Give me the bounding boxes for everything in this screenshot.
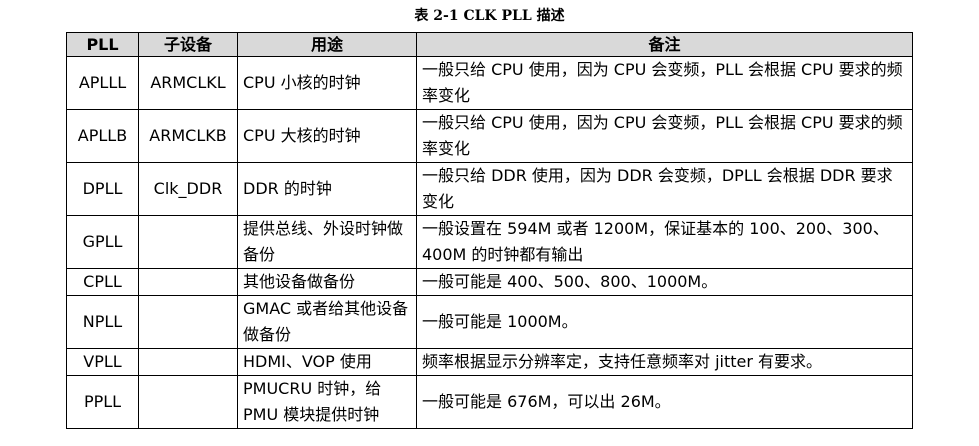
cell-pll: DPLL <box>66 162 139 216</box>
cell-note: 一般可能是 676M，可以出 26M。 <box>416 375 913 429</box>
table-row: APLLL ARMCLKL CPU 小核的时钟 一般只给 CPU 使用，因为 C… <box>66 56 913 110</box>
cell-purpose: CPU 大核的时钟 <box>237 109 417 163</box>
table-row: CPLL 其他设备做备份 一般可能是 400、500、800、1000M。 <box>66 268 913 296</box>
cell-purpose: 提供总线、外设时钟做备份 <box>237 215 417 269</box>
cell-pll: APLLB <box>66 109 139 163</box>
cell-note: 频率根据显示分辨率定，支持任意频率对 jitter 有要求。 <box>416 348 913 376</box>
cell-pll: CPLL <box>66 268 139 296</box>
cell-device <box>138 215 238 269</box>
cell-pll: APLLL <box>66 56 139 110</box>
cell-note: 一般只给 CPU 使用，因为 CPU 会变频，PLL 会根据 CPU 要求的频率… <box>416 109 913 163</box>
cell-purpose: DDR 的时钟 <box>237 162 417 216</box>
table-row: DPLL Clk_DDR DDR 的时钟 一般只给 DDR 使用，因为 DDR … <box>66 162 913 216</box>
cell-device <box>138 348 238 376</box>
cell-device <box>138 295 238 349</box>
cell-note: 一般只给 DDR 使用，因为 DDR 会变频，DPLL 会根据 DDR 要求变化 <box>416 162 913 216</box>
table-row: APLLB ARMCLKB CPU 大核的时钟 一般只给 CPU 使用，因为 C… <box>66 109 913 163</box>
cell-device <box>138 375 238 429</box>
cell-purpose: GMAC 或者给其他设备做备份 <box>237 295 417 349</box>
cell-device <box>138 268 238 296</box>
table-row: PPLL PMUCRU 时钟，给 PMU 模块提供时钟 一般可能是 676M，可… <box>66 375 913 429</box>
cell-purpose: 其他设备做备份 <box>237 268 417 296</box>
clk-pll-table: PLL 子设备 用途 备注 APLLL ARMCLKL CPU 小核的时钟 一般… <box>66 32 913 429</box>
cell-pll: PPLL <box>66 375 139 429</box>
table-caption: 表 2-1 CLK PLL 描述 <box>414 8 565 24</box>
table-row: VPLL HDMI、VOP 使用 频率根据显示分辨率定，支持任意频率对 jitt… <box>66 348 913 376</box>
cell-device: ARMCLKB <box>138 109 238 163</box>
cell-device: ARMCLKL <box>138 56 238 110</box>
cell-note: 一般可能是 400、500、800、1000M。 <box>416 268 913 296</box>
cell-purpose: PMUCRU 时钟，给 PMU 模块提供时钟 <box>237 375 417 429</box>
cell-pll: NPLL <box>66 295 139 349</box>
cell-note: 一般只给 CPU 使用，因为 CPU 会变频，PLL 会根据 CPU 要求的频率… <box>416 56 913 110</box>
cell-device: Clk_DDR <box>138 162 238 216</box>
table-row: NPLL GMAC 或者给其他设备做备份 一般可能是 1000M。 <box>66 295 913 349</box>
header-pll: PLL <box>66 32 139 57</box>
cell-purpose: HDMI、VOP 使用 <box>237 348 417 376</box>
header-note: 备注 <box>416 32 913 57</box>
table-row: GPLL 提供总线、外设时钟做备份 一般设置在 594M 或者 1200M，保证… <box>66 215 913 269</box>
cell-note: 一般设置在 594M 或者 1200M，保证基本的 100、200、300、40… <box>416 215 913 269</box>
header-device: 子设备 <box>138 32 238 57</box>
cell-purpose: CPU 小核的时钟 <box>237 56 417 110</box>
cell-pll: GPLL <box>66 215 139 269</box>
header-purpose: 用途 <box>237 32 417 57</box>
cell-pll: VPLL <box>66 348 139 376</box>
table-header-row: PLL 子设备 用途 备注 <box>66 32 913 57</box>
cell-note: 一般可能是 1000M。 <box>416 295 913 349</box>
